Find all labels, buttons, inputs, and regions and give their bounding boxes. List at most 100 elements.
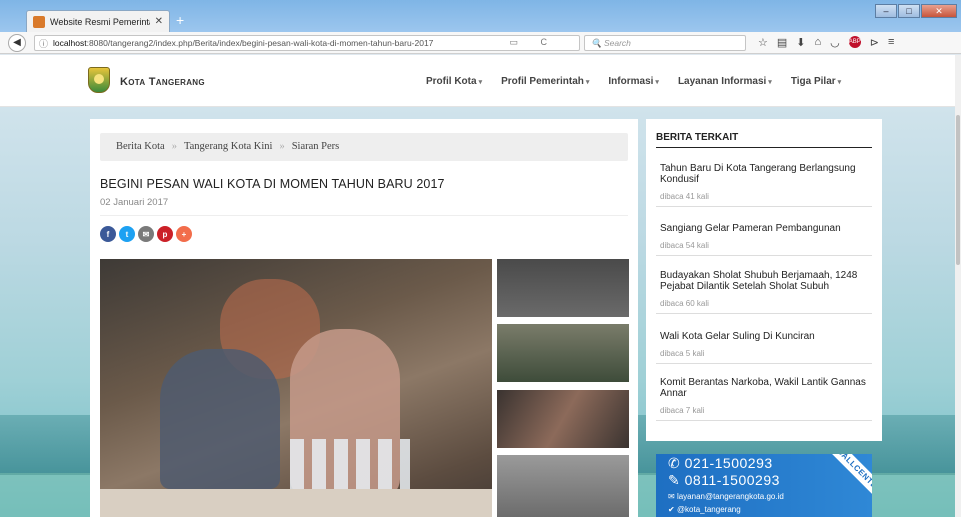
mobile-icon: ✎ xyxy=(668,472,681,488)
download-icon[interactable]: ⬇ xyxy=(796,36,805,49)
minimize-button[interactable]: – xyxy=(875,4,897,18)
envelope-icon: ✉ xyxy=(668,492,675,501)
nav-label: Tiga Pilar xyxy=(790,76,836,87)
nav-profil-pemerintah[interactable]: Profil Pemerintah ▾ xyxy=(501,76,589,87)
browser-tab[interactable]: Website Resmi Pemerintah K ✕ xyxy=(26,10,170,32)
site-info-icon[interactable]: ⓘ xyxy=(39,37,48,50)
window-close-button[interactable]: ✕ xyxy=(921,4,957,18)
adblock-icon[interactable]: ABP xyxy=(848,36,861,48)
photo-shape xyxy=(100,489,492,517)
phone-1: 021-1500293 xyxy=(684,455,773,471)
related-news-item[interactable]: Wali Kota Gelar Suling Di Kunciran dibac… xyxy=(656,331,872,364)
nav-profil-kota[interactable]: Profil Kota ▾ xyxy=(426,76,482,87)
related-news-item-views: dibaca 5 kali xyxy=(660,349,705,358)
nav-layanan-informasi[interactable]: Layanan Informasi ▾ xyxy=(678,76,772,87)
back-arrow-icon: ◀ xyxy=(13,37,21,48)
breadcrumb-separator: » xyxy=(279,141,285,152)
related-news-item[interactable]: Budayakan Sholat Shubuh Berjamaah, 1248 … xyxy=(656,270,872,314)
breadcrumb-item[interactable]: Tangerang Kota Kini xyxy=(184,141,273,153)
nav-tiga-pilar[interactable]: Tiga Pilar ▾ xyxy=(791,76,841,87)
caret-down-icon: ▾ xyxy=(837,79,842,86)
site-name[interactable]: Kota Tangerang xyxy=(120,76,205,88)
vertical-scrollbar[interactable] xyxy=(955,55,961,517)
tab-title: Website Resmi Pemerintah K xyxy=(50,16,150,27)
phone-icon: ✆ xyxy=(668,455,681,471)
browser-tab-bar: Website Resmi Pemerintah K ✕ + – □ ✕ xyxy=(0,0,961,32)
twitter-icon[interactable]: t xyxy=(119,226,135,242)
mobile-line: ✎ 0811-1500293 xyxy=(668,472,780,489)
home-icon[interactable]: ⌂ xyxy=(815,36,822,49)
divider xyxy=(656,255,872,256)
phone-line: ✆ 021-1500293 xyxy=(668,455,773,472)
share-more-icon[interactable]: + xyxy=(176,226,192,242)
divider xyxy=(656,206,872,207)
gallery-thumbnail[interactable] xyxy=(497,259,629,317)
related-news-panel: BERITA TERKAIT Tahun Baru Di Kota Tanger… xyxy=(646,119,882,441)
article-title: BEGINI PESAN WALI KOTA DI MOMEN TAHUN BA… xyxy=(100,177,445,191)
related-news-item-views: dibaca 60 kali xyxy=(660,299,709,308)
divider xyxy=(656,363,872,364)
url-host: localhost xyxy=(53,38,87,48)
breadcrumb-item[interactable]: Berita Kota xyxy=(116,141,165,153)
back-button[interactable]: ◀ xyxy=(8,33,26,52)
related-news-item-title[interactable]: Budayakan Sholat Shubuh Berjamaah, 1248 … xyxy=(660,270,872,292)
related-news-item[interactable]: Sangiang Gelar Pameran Pembangunan dibac… xyxy=(656,223,872,256)
toolbar-icons: ☆ ▤ ⬇ ⌂ ◡ ABP ⊳ ≡ xyxy=(758,36,894,49)
new-tab-button[interactable]: + xyxy=(176,12,184,28)
facebook-icon[interactable]: f xyxy=(100,226,116,242)
close-tab-icon[interactable]: ✕ xyxy=(155,16,163,27)
related-news-item-views: dibaca 7 kali xyxy=(660,406,705,415)
search-placeholder: Search xyxy=(603,38,631,48)
call-center-twitter: @kota_tangerang xyxy=(676,505,741,514)
gallery-thumbnail[interactable] xyxy=(497,324,629,382)
scrollbar-thumb[interactable] xyxy=(956,115,960,265)
breadcrumb-separator: » xyxy=(171,141,177,152)
page-viewport: Kota Tangerang Profil Kota ▾ Profil Pemer… xyxy=(0,55,955,517)
related-news-item-title[interactable]: Sangiang Gelar Pameran Pembangunan xyxy=(660,223,872,234)
nav-informasi[interactable]: Informasi ▾ xyxy=(608,76,659,87)
divider xyxy=(656,313,872,314)
article-date: 02 Januari 2017 xyxy=(100,197,169,208)
related-news-title: BERITA TERKAIT xyxy=(656,132,872,148)
site-header: Kota Tangerang Profil Kota ▾ Profil Pemer… xyxy=(0,55,955,107)
url-bar[interactable]: ⓘ localhost :8080/tangerang2/index.php/B… xyxy=(34,35,580,51)
caret-down-icon: ▾ xyxy=(768,79,772,86)
menu-icon[interactable]: ≡ xyxy=(888,36,894,49)
related-news-item[interactable]: Tahun Baru Di Kota Tangerang Berlangsung… xyxy=(656,163,872,207)
tangerang-logo-icon[interactable] xyxy=(88,67,110,93)
nav-label: Profil Pemerintah xyxy=(501,76,584,87)
divider xyxy=(100,215,628,216)
browser-nav-bar: ◀ ⓘ localhost :8080/tangerang2/index.php… xyxy=(0,32,961,54)
related-news-item-title[interactable]: Komit Berantas Narkoba, Wakil Lantik Gan… xyxy=(660,377,872,399)
caret-down-icon: ▾ xyxy=(478,79,483,86)
related-news-item-title[interactable]: Wali Kota Gelar Suling Di Kunciran xyxy=(660,331,872,342)
caret-down-icon: ▾ xyxy=(585,79,590,86)
main-nav: Profil Kota ▾ Profil Pemerintah ▾ Informas… xyxy=(426,76,841,87)
share-buttons: f t ✉ p + xyxy=(100,226,192,242)
email-icon[interactable]: ✉ xyxy=(138,226,154,242)
gallery-thumbnail[interactable] xyxy=(497,390,629,448)
favicon-icon xyxy=(33,15,45,28)
related-news-item[interactable]: Komit Berantas Narkoba, Wakil Lantik Gan… xyxy=(656,377,872,421)
maximize-button[interactable]: □ xyxy=(898,4,920,18)
related-news-item-views: dibaca 54 kali xyxy=(660,241,709,250)
article-panel: Berita Kota » Tangerang Kota Kini » Siar… xyxy=(90,119,638,517)
pocket-icon[interactable]: ◡ xyxy=(830,36,840,49)
caret-down-icon: ▾ xyxy=(655,79,659,86)
browser-search-input[interactable]: 🔍 Search xyxy=(584,35,746,51)
twitter-line: ✔ @kota_tangerang xyxy=(668,505,741,514)
main-photo[interactable] xyxy=(100,259,492,517)
star-icon[interactable]: ☆ xyxy=(758,36,768,49)
pinterest-icon[interactable]: p xyxy=(157,226,173,242)
extension-icon[interactable]: ⊳ xyxy=(870,36,879,49)
call-center-email: layanan@tangerangkota.go.id xyxy=(676,492,784,501)
related-news-item-title[interactable]: Tahun Baru Di Kota Tangerang Berlangsung… xyxy=(660,163,872,185)
photo-shape xyxy=(160,349,280,489)
reader-reload-icons[interactable]: ▭ C xyxy=(509,37,557,48)
nav-label: Informasi xyxy=(608,76,654,87)
clipboard-icon[interactable]: ▤ xyxy=(777,36,787,49)
phone-2: 0811-1500293 xyxy=(684,472,780,488)
call-center-banner[interactable]: ✆ 021-1500293 ✎ 0811-1500293 ✉ layanan@t… xyxy=(656,454,872,517)
breadcrumb-item[interactable]: Siaran Pers xyxy=(292,141,340,153)
gallery-thumbnail[interactable] xyxy=(497,455,629,517)
